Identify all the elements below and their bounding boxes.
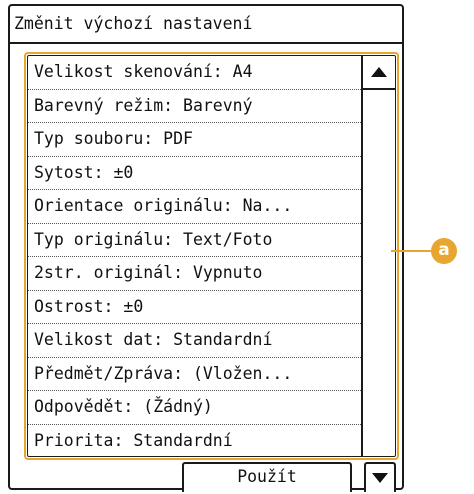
setting-file-type[interactable]: Typ souboru: PDF: [28, 123, 363, 157]
setting-original-type[interactable]: Typ originálu: Text/Foto: [28, 224, 363, 257]
setting-sharpness[interactable]: Ostrost: ±0: [28, 291, 363, 324]
scrollbar[interactable]: [361, 56, 395, 456]
scroll-down-button[interactable]: [364, 462, 396, 492]
settings-list: Velikost skenování: A4 Barevný režim: Ba…: [28, 56, 363, 457]
setting-data-size[interactable]: Velikost dat: Standardní: [28, 324, 363, 358]
setting-scan-size[interactable]: Velikost skenování: A4: [28, 56, 363, 90]
callout-badge: a: [431, 238, 457, 264]
bottom-bar: Použít: [10, 458, 402, 492]
setting-subject-message[interactable]: Předmět/Zpráva: (Vložen...: [28, 358, 363, 391]
setting-density[interactable]: Sytost: ±0: [28, 157, 363, 190]
settings-list-container: Velikost skenování: A4 Barevný režim: Ba…: [27, 55, 396, 457]
scroll-up-button[interactable]: [363, 56, 395, 90]
screen-title: Změnit výchozí nastavení: [10, 6, 402, 44]
settings-list-highlight: Velikost skenování: A4 Barevný režim: Ba…: [24, 52, 399, 460]
setting-color-mode[interactable]: Barevný režim: Barevný: [28, 90, 363, 123]
setting-priority[interactable]: Priorita: Standardní: [28, 425, 363, 457]
setting-reply-to[interactable]: Odpovědět: (Žádný): [28, 391, 363, 425]
settings-screen: Změnit výchozí nastavení Velikost skenov…: [8, 4, 404, 492]
setting-two-sided-original[interactable]: 2str. originál: Vypnuto: [28, 257, 363, 291]
triangle-down-icon: [372, 473, 388, 483]
triangle-up-icon: [371, 67, 387, 77]
apply-button[interactable]: Použít: [182, 462, 352, 492]
setting-original-orientation[interactable]: Orientace originálu: Na...: [28, 190, 363, 224]
callout-line: [391, 250, 434, 252]
